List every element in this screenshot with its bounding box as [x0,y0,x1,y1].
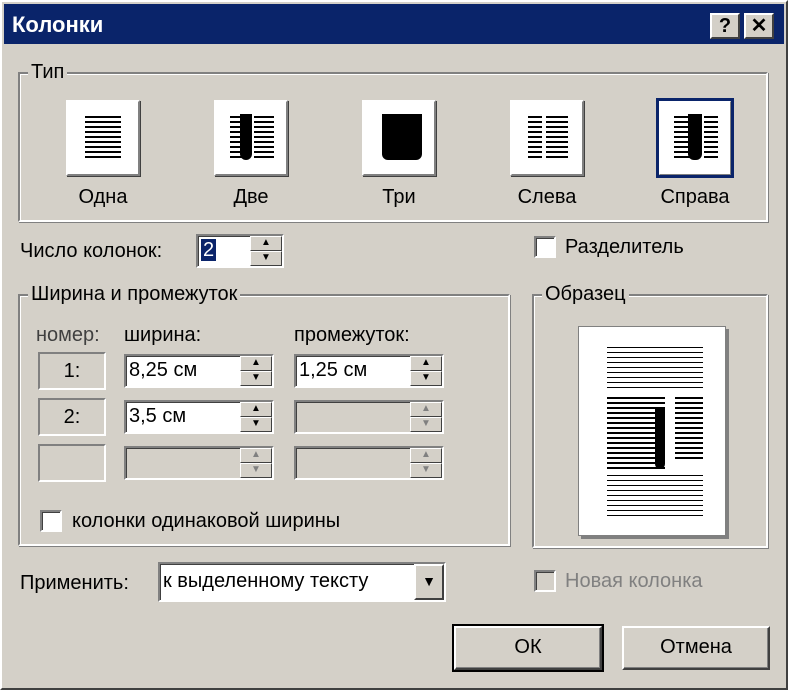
preset-three-text: Три [382,186,416,208]
spin-up-icon[interactable]: ▲ [240,402,272,417]
preview-bar-icon [655,409,665,469]
spin-down-icon[interactable]: ▼ [240,417,272,432]
separator-label[interactable]: Разделитель [565,236,684,259]
row-2-spacing-input: ▲ ▼ [294,400,444,434]
new-column-checkbox [534,570,556,592]
row-3-number [38,444,106,482]
spin-down-icon: ▼ [410,463,442,478]
row-3-width-spinner: ▲ ▼ [240,448,272,478]
spin-up-icon[interactable]: ▲ [240,356,272,371]
spin-down-icon[interactable]: ▼ [240,371,272,386]
preset-left-label[interactable]: Слева [487,186,607,209]
separator-checkbox[interactable] [534,236,556,258]
spin-up-icon: ▲ [410,402,442,417]
preview-group: Образец [532,282,768,548]
row-3-width-input: ▲ ▼ [124,446,274,480]
row-1-spacing-value: 1,25 см [299,359,368,381]
title-bar[interactable]: Колонки ? ✕ [4,4,784,44]
preset-three-bars-icon [382,114,422,160]
preset-three[interactable] [362,100,436,176]
preset-one[interactable] [66,100,140,176]
row-1-width-value: 8,25 см [129,359,198,381]
preset-two-label[interactable]: Две [191,186,311,209]
row-3-spacing-spinner: ▲ ▼ [410,448,442,478]
preview-bottom-lines-icon [607,475,703,519]
preset-right-bar-icon [688,114,702,160]
preset-left[interactable] [510,100,584,176]
ok-button[interactable]: ОК [452,624,604,672]
preset-left-narrow-lines-icon [528,116,542,160]
preset-two-bar-icon [240,114,252,160]
preset-three-label[interactable]: Три [339,186,459,209]
preset-two-text: Две [233,186,269,208]
row-2-width-input[interactable]: 3,5 см ▲ ▼ [124,400,274,434]
type-group-label: Тип [28,60,68,84]
preset-right-text: Справа [660,186,730,208]
spin-up-icon: ▲ [410,448,442,463]
preset-right-label[interactable]: Справа [635,186,755,209]
spin-down-icon[interactable]: ▼ [250,251,282,266]
preset-left-wide-lines-icon [546,116,568,160]
row-2-spacing-spinner: ▲ ▼ [410,402,442,432]
row-1-width-spinner[interactable]: ▲ ▼ [240,356,272,386]
spin-down-icon[interactable]: ▼ [410,371,442,386]
preset-right-narrow-lines-icon [704,116,718,160]
preset-two[interactable] [214,100,288,176]
spin-up-icon: ▲ [240,448,272,463]
header-number: номер: [36,324,100,346]
columns-dialog: Колонки ? ✕ Тип Одна Две Три Слева Справ… [0,0,788,690]
row-1-spacing-input[interactable]: 1,25 см ▲ ▼ [294,354,444,388]
help-button[interactable]: ? [710,13,740,39]
num-columns-spinner[interactable]: ▲ ▼ [250,236,282,266]
header-width: ширина: [124,324,202,346]
spin-up-icon[interactable]: ▲ [410,356,442,371]
row-1-number: 1: [38,352,106,390]
preset-right[interactable] [656,98,734,178]
row-3-spacing-input: ▲ ▼ [294,446,444,480]
triangle-down-icon[interactable]: ▼ [414,564,444,600]
new-column-label: Новая колонка [565,570,703,592]
row-2-width-value: 3,5 см [129,405,187,427]
cancel-button[interactable]: Отмена [622,626,770,670]
equal-width-label[interactable]: колонки одинаковой ширины [72,510,340,533]
preset-left-text: Слева [517,186,577,208]
close-button[interactable]: ✕ [744,13,774,39]
preview-top-lines-icon [607,347,703,391]
preset-one-text: Одна [78,186,128,208]
spin-up-icon[interactable]: ▲ [250,236,282,251]
row-2-number: 2: [38,398,106,436]
num-columns-value: 2 [201,239,217,261]
row-1-spacing-spinner[interactable]: ▲ ▼ [410,356,442,386]
spin-down-icon: ▼ [240,463,272,478]
equal-width-checkbox[interactable] [40,510,62,532]
row-1-width-input[interactable]: 8,25 см ▲ ▼ [124,354,274,388]
dialog-title: Колонки [12,12,104,37]
width-spacing-group: Ширина и промежуток номер: ширина: проме… [18,282,510,546]
apply-value: к выделенному тексту [163,570,369,592]
apply-select[interactable]: к выделенному тексту ▼ [158,562,446,602]
spin-down-icon: ▼ [410,417,442,432]
header-spacing: промежуток: [294,324,410,346]
preview-group-label: Образец [542,282,629,306]
preview-page [578,326,726,536]
apply-label: Применить: [20,572,129,594]
preview-narrow-column-icon [675,397,703,459]
width-spacing-group-label: Ширина и промежуток [28,282,241,306]
num-columns-input[interactable]: 2 ▲ ▼ [196,234,284,268]
preset-one-lines-icon [85,116,121,160]
preset-one-label[interactable]: Одна [43,186,163,209]
row-2-width-spinner[interactable]: ▲ ▼ [240,402,272,432]
preset-two-right-lines-icon [254,116,274,160]
num-columns-label: Число колонок: [20,240,163,262]
type-group: Тип Одна Две Три Слева Справа [18,60,768,222]
